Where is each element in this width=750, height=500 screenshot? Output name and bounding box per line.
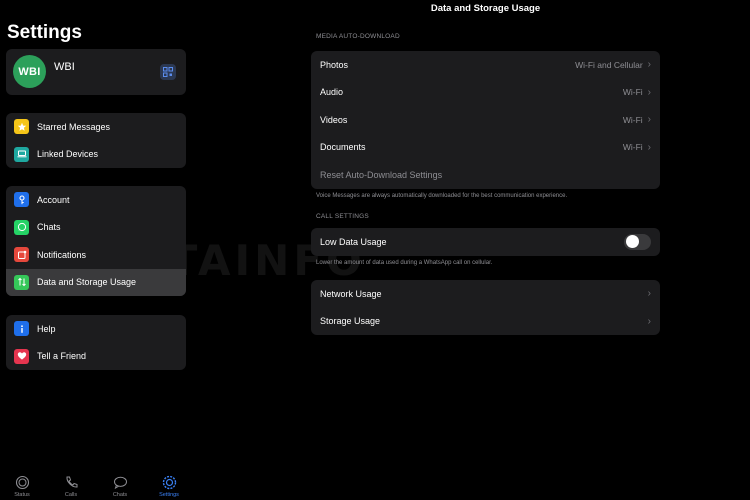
content-title: Data and Storage Usage — [430, 3, 541, 14]
sidebar-item-label: Chats — [37, 222, 61, 233]
sidebar-item-chats[interactable]: Chats — [6, 214, 186, 242]
row-value: Wi-Fi — [622, 142, 643, 153]
bell-icon — [14, 247, 29, 263]
sidebar: Settings WBI WBI Starred Messages Linked… — [0, 0, 193, 500]
laptop-icon — [14, 146, 29, 162]
profile-name: WBI — [54, 61, 75, 73]
row-label: Videos — [320, 114, 348, 125]
call-settings-header: CALL SETTINGS — [316, 213, 369, 220]
row-label: Reset Auto-Download Settings — [320, 169, 443, 180]
gear-icon — [162, 475, 176, 490]
row-label: Low Data Usage — [320, 236, 387, 247]
reset-auto-download-button[interactable]: Reset Auto-Download Settings — [311, 161, 660, 189]
chevron-right-icon: › — [647, 315, 651, 327]
sidebar-item-label: Data and Storage Usage — [37, 277, 137, 288]
row-label: Storage Usage — [320, 316, 381, 327]
qr-code-icon[interactable] — [160, 64, 176, 80]
media-row-audio[interactable]: Audio Wi-Fi › — [311, 79, 660, 107]
usage-panel: Network Usage › Storage Usage › — [311, 280, 660, 335]
settings-group-1: Starred Messages Linked Devices — [6, 113, 186, 168]
sidebar-item-linked-devices[interactable]: Linked Devices — [6, 141, 186, 169]
tab-label: Settings — [159, 492, 179, 498]
chevron-right-icon: › — [647, 114, 651, 126]
tab-label: Chats — [112, 492, 128, 498]
arrows-icon — [14, 274, 29, 290]
row-value: Wi-Fi and Cellular — [575, 59, 643, 70]
tab-label: Status — [14, 492, 30, 498]
profile-card[interactable]: WBI WBI — [6, 49, 186, 95]
row-label: Network Usage — [320, 288, 382, 299]
star-icon — [14, 119, 29, 135]
sidebar-item-notifications[interactable]: Notifications — [6, 241, 186, 269]
tab-chats[interactable]: Chats — [100, 475, 140, 498]
tab-bar: Status Calls Chats Settings — [0, 470, 193, 500]
heart-icon — [14, 348, 29, 364]
sidebar-item-label: Tell a Friend — [37, 351, 87, 362]
chevron-right-icon: › — [647, 288, 651, 300]
row-value: Wi-Fi — [622, 114, 643, 125]
sidebar-item-label: Account — [37, 194, 70, 205]
tab-settings[interactable]: Settings — [149, 475, 189, 498]
page-title: Settings — [7, 22, 82, 43]
main-content: Data and Storage Usage MEDIA AUTO-DOWNLO… — [193, 0, 750, 500]
media-row-videos[interactable]: Videos Wi-Fi › — [311, 106, 660, 134]
media-auto-download-panel: Photos Wi-Fi and Cellular › Audio Wi-Fi … — [311, 51, 660, 189]
media-footnote: Voice Messages are always automatically … — [316, 193, 568, 199]
chevron-right-icon: › — [647, 86, 651, 98]
row-label: Audio — [320, 87, 344, 98]
whatsapp-icon — [14, 219, 29, 235]
row-label: Documents — [320, 142, 366, 153]
key-icon — [14, 192, 29, 208]
sidebar-item-label: Starred Messages — [37, 121, 111, 132]
status-icon — [15, 475, 29, 490]
call-settings-panel: Low Data Usage — [311, 228, 660, 256]
sidebar-item-label: Notifications — [37, 249, 87, 260]
row-label: Photos — [320, 59, 349, 70]
call-footnote: Lower the amount of data used during a W… — [316, 260, 493, 266]
sidebar-item-account[interactable]: Account — [6, 186, 186, 214]
media-auto-download-header: MEDIA AUTO-DOWNLOAD — [316, 33, 400, 40]
media-row-documents[interactable]: Documents Wi-Fi › — [311, 134, 660, 162]
toggle-knob — [625, 235, 639, 249]
low-data-usage-row: Low Data Usage — [311, 228, 660, 256]
tab-calls[interactable]: Calls — [51, 475, 91, 498]
settings-group-3: Help Tell a Friend — [6, 315, 186, 370]
row-value: Wi-Fi — [622, 87, 643, 98]
media-row-photos[interactable]: Photos Wi-Fi and Cellular › — [311, 51, 660, 79]
sidebar-item-starred-messages[interactable]: Starred Messages — [6, 113, 186, 141]
phone-icon — [65, 476, 77, 488]
sidebar-item-tell-a-friend[interactable]: Tell a Friend — [6, 343, 186, 371]
tab-status[interactable]: Status — [2, 475, 42, 498]
network-usage-row[interactable]: Network Usage › — [311, 280, 660, 308]
sidebar-item-label: Linked Devices — [37, 149, 99, 160]
storage-usage-row[interactable]: Storage Usage › — [311, 308, 660, 336]
tab-label: Calls — [64, 492, 78, 498]
settings-group-2: Account Chats Notifications Data and Sto… — [6, 186, 186, 296]
sidebar-item-help[interactable]: Help — [6, 315, 186, 343]
chat-bubbles-icon — [113, 476, 127, 490]
sidebar-item-label: Help — [37, 323, 56, 334]
sidebar-item-data-and-storage-usage[interactable]: Data and Storage Usage — [6, 268, 186, 296]
chevron-right-icon: › — [647, 59, 651, 71]
low-data-usage-toggle[interactable] — [624, 233, 651, 250]
avatar: WBI — [13, 55, 46, 88]
chevron-right-icon: › — [647, 141, 651, 153]
info-icon — [14, 321, 29, 337]
